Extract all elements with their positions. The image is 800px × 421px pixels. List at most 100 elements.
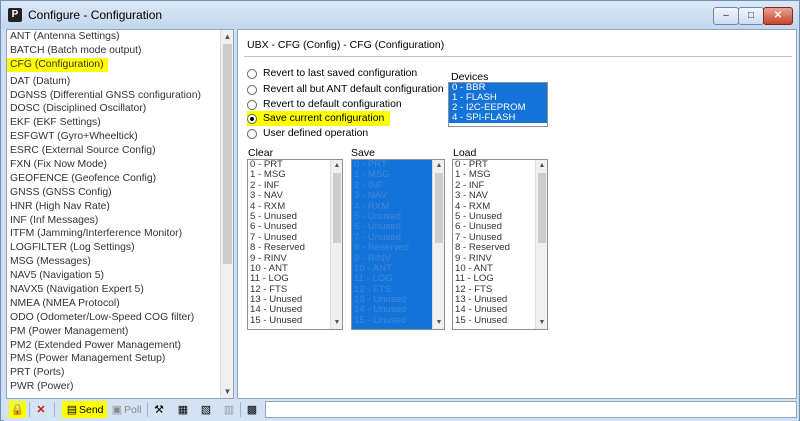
save-icon: ▦ xyxy=(177,403,189,416)
radio-icon xyxy=(247,128,257,139)
clear-item[interactable]: 15 - Unused xyxy=(248,315,305,326)
load-label: Load xyxy=(453,147,477,159)
message-list-scrollbar[interactable]: ▲ ▼ xyxy=(220,30,233,398)
message-item-nav5[interactable]: NAV5 (Navigation 5) xyxy=(7,269,221,283)
status-field[interactable] xyxy=(265,401,797,418)
load-item[interactable]: 3 - NAV xyxy=(453,190,510,201)
message-item-pm2[interactable]: PM2 (Extended Power Management) xyxy=(7,339,221,353)
scroll-thumb[interactable] xyxy=(538,173,546,243)
scroll-up-icon[interactable]: ▲ xyxy=(433,160,444,172)
tool-button-5[interactable]: ▩ xyxy=(245,401,259,418)
devices-listbox[interactable]: 0 - BBR 1 - FLASH 2 - I2C-EEPROM 4 - SPI… xyxy=(448,82,548,127)
option-revert-saved[interactable]: Revert to last saved configuration xyxy=(247,66,417,81)
scroll-down-icon[interactable]: ▼ xyxy=(221,385,233,398)
clear-item[interactable]: 8 - Reserved xyxy=(248,242,305,253)
configure-window: P Configure - Configuration – □ ✕ ANT (A… xyxy=(0,0,800,421)
save-item[interactable]: 8 - Reserved xyxy=(352,242,409,253)
scroll-up-icon[interactable]: ▲ xyxy=(536,160,547,172)
load-scrollbar[interactable]: ▲ ▼ xyxy=(535,160,547,329)
load-item[interactable]: 8 - Reserved xyxy=(453,242,510,253)
message-item-dgnss[interactable]: DGNSS (Differential GNSS configuration) xyxy=(7,89,221,103)
close-button[interactable]: ✕ xyxy=(763,7,793,25)
poll-button[interactable]: ▣ Poll xyxy=(110,401,142,418)
message-item-pm[interactable]: PM (Power Management) xyxy=(7,325,221,339)
message-item-logfilter[interactable]: LOGFILTER (Log Settings) xyxy=(7,241,221,255)
send-icon: ▤ xyxy=(66,403,78,416)
poll-icon: ▣ xyxy=(111,403,123,416)
message-item-dosc[interactable]: DOSC (Disciplined Oscillator) xyxy=(7,102,221,116)
clear-listbox[interactable]: 0 - PRT 1 - MSG 2 - INF 3 - NAV 4 - RXM … xyxy=(247,159,343,330)
save-item[interactable]: 3 - NAV xyxy=(352,190,409,201)
tool-button-3[interactable]: ▧ xyxy=(199,401,213,418)
tool-button-4[interactable]: ▥ xyxy=(222,401,236,418)
radio-icon xyxy=(247,84,257,95)
send-label: Send xyxy=(79,403,104,416)
scroll-down-icon[interactable]: ▼ xyxy=(331,317,342,329)
scroll-up-icon[interactable]: ▲ xyxy=(331,160,342,172)
scroll-down-icon[interactable]: ▼ xyxy=(536,317,547,329)
message-item-esrc[interactable]: ESRC (External Source Config) xyxy=(7,144,221,158)
message-item-esfgwt[interactable]: ESFGWT (Gyro+Wheeltick) xyxy=(7,130,221,144)
option-save-current[interactable]: Save current configuration xyxy=(247,111,391,126)
message-item-pms[interactable]: PMS (Power Management Setup) xyxy=(7,352,221,366)
wand-icon: ⚒ xyxy=(154,403,164,416)
radio-icon xyxy=(247,99,257,110)
save-scrollbar[interactable]: ▲ ▼ xyxy=(432,160,444,329)
red-x-icon: ✕ xyxy=(36,403,46,416)
scroll-thumb[interactable] xyxy=(223,44,232,264)
load-listbox[interactable]: 0 - PRT 1 - MSG 2 - INF 3 - NAV 4 - RXM … xyxy=(452,159,548,330)
message-item-nmea[interactable]: NMEA (NMEA Protocol) xyxy=(7,297,221,311)
message-item-msg[interactable]: MSG (Messages) xyxy=(7,255,221,269)
scroll-up-icon[interactable]: ▲ xyxy=(221,30,233,43)
message-item-prt[interactable]: PRT (Ports) xyxy=(7,366,221,380)
message-item-geofence[interactable]: GEOFENCE (Geofence Config) xyxy=(7,172,221,186)
message-item-ekf[interactable]: EKF (EKF Settings) xyxy=(7,116,221,130)
message-item-pwr[interactable]: PWR (Power) xyxy=(7,380,221,394)
poll-label: Poll xyxy=(124,403,142,416)
lock-button[interactable]: 🔒 xyxy=(9,401,26,418)
title-bar[interactable]: P Configure - Configuration – □ ✕ xyxy=(1,1,799,29)
save-item[interactable]: 15 - Unused xyxy=(352,315,409,326)
app-icon: P xyxy=(8,8,22,22)
message-item-cfg[interactable]: CFG (Configuration) xyxy=(7,57,108,72)
clear-item[interactable]: 3 - NAV xyxy=(248,190,305,201)
message-item-inf[interactable]: INF (Inf Messages) xyxy=(7,214,221,228)
option-revert-all-but-ant[interactable]: Revert all but ANT default configuration xyxy=(247,82,444,97)
scroll-thumb[interactable] xyxy=(435,173,443,243)
message-item-fxn[interactable]: FXN (Fix Now Mode) xyxy=(7,158,221,172)
option-label: Revert to last saved configuration xyxy=(263,68,418,79)
message-item-hnr[interactable]: HNR (High Nav Rate) xyxy=(7,200,221,214)
message-item-batch[interactable]: BATCH (Batch mode output) xyxy=(7,44,221,58)
message-list-items: ANT (Antenna Settings) BATCH (Batch mode… xyxy=(7,30,221,394)
message-item-navx5[interactable]: NAVX5 (Navigation Expert 5) xyxy=(7,283,221,297)
maximize-button[interactable]: □ xyxy=(738,7,764,25)
message-item-ant[interactable]: ANT (Antenna Settings) xyxy=(7,30,221,44)
option-label: Save current configuration xyxy=(263,113,385,124)
device-spi-flash[interactable]: 4 - SPI-FLASH xyxy=(449,113,547,123)
monitor-icon: ▩ xyxy=(246,403,258,416)
message-item-dat[interactable]: DAT (Datum) xyxy=(7,75,221,89)
message-path: UBX - CFG (Config) - CFG (Configuration) xyxy=(247,39,445,51)
lock-icon: 🔒 xyxy=(10,403,25,416)
cancel-button[interactable]: ✕ xyxy=(34,401,48,418)
scroll-thumb[interactable] xyxy=(333,173,341,243)
send-button[interactable]: ▤ Send xyxy=(62,401,107,418)
message-item-gnss[interactable]: GNSS (GNSS Config) xyxy=(7,186,221,200)
load-item[interactable]: 15 - Unused xyxy=(453,315,510,326)
message-list[interactable]: ANT (Antenna Settings) BATCH (Batch mode… xyxy=(6,29,234,399)
clear-scrollbar[interactable]: ▲ ▼ xyxy=(330,160,342,329)
option-user-defined[interactable]: User defined operation xyxy=(247,126,368,141)
save-listbox[interactable]: 0 - PRT 1 - MSG 2 - INF 3 - NAV 4 - RXM … xyxy=(351,159,445,330)
save-label: Save xyxy=(351,147,375,159)
clear-label: Clear xyxy=(248,147,274,159)
window-title: Configure - Configuration xyxy=(28,8,163,22)
config-panel: UBX - CFG (Config) - CFG (Configuration)… xyxy=(237,29,797,399)
toolbar-divider xyxy=(147,402,148,417)
tool-button-2[interactable]: ▦ xyxy=(176,401,190,418)
minimize-button[interactable]: – xyxy=(713,7,739,25)
scroll-down-icon[interactable]: ▼ xyxy=(433,317,444,329)
message-item-itfm[interactable]: ITFM (Jamming/Interference Monitor) xyxy=(7,227,221,241)
tool-button-1[interactable]: ⚒ xyxy=(152,401,166,418)
option-revert-default[interactable]: Revert to default configuration xyxy=(247,97,402,112)
message-item-odo[interactable]: ODO (Odometer/Low-Speed COG filter) xyxy=(7,311,221,325)
